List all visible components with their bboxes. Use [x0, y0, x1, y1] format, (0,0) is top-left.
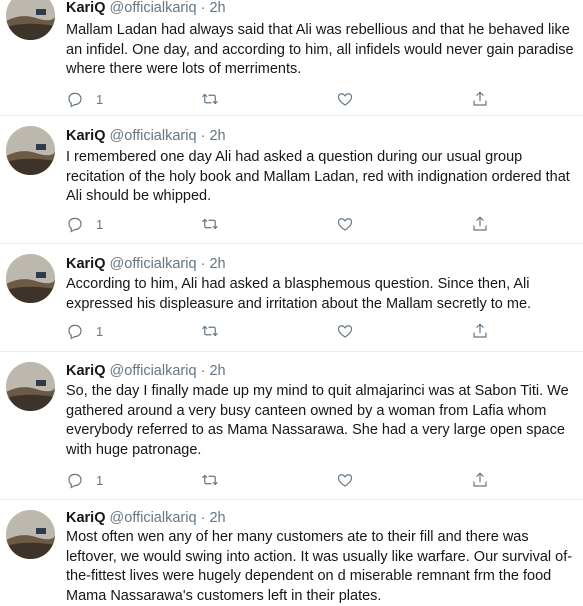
tweet-actions: 1	[66, 470, 506, 490]
author-name[interactable]: KariQ	[66, 0, 106, 16]
reply-button[interactable]: 1	[66, 321, 103, 341]
tweet[interactable]: KariQ @officialkariq · 2h Mallam Ladan h…	[0, 0, 583, 116]
tweet-text: So, the day I finally made up my mind to…	[66, 383, 569, 458]
tweet-text: Mallam Ladan had always said that Ali wa…	[66, 22, 574, 77]
like-button[interactable]	[336, 470, 354, 490]
reply-icon	[68, 92, 82, 108]
avatar[interactable]	[6, 510, 55, 559]
author-handle[interactable]: @officialkariq	[110, 363, 197, 379]
reply-count: 1	[96, 472, 104, 488]
retweet-icon	[202, 93, 218, 105]
reply-count: 1	[96, 91, 104, 107]
timestamp[interactable]: 2h	[209, 510, 225, 526]
reply-count: 1	[96, 323, 104, 339]
timestamp[interactable]: 2h	[209, 363, 225, 379]
separator-dot: ·	[200, 256, 206, 272]
reply-button[interactable]: 1	[66, 214, 103, 234]
like-button[interactable]	[336, 89, 354, 109]
retweet-button[interactable]	[201, 89, 219, 109]
avatar[interactable]	[6, 362, 55, 411]
tweet-header: KariQ @officialkariq · 2h	[66, 0, 226, 17]
tweet-text: I remembered one day Ali had asked a que…	[66, 149, 570, 204]
tweet[interactable]: KariQ @officialkariq · 2h So, the day I …	[0, 352, 583, 500]
tweet-header: KariQ @officialkariq · 2h	[66, 509, 226, 527]
author-name[interactable]: KariQ	[66, 363, 106, 379]
avatar[interactable]	[6, 0, 55, 40]
author-handle[interactable]: @officialkariq	[110, 510, 197, 526]
retweet-icon	[202, 474, 218, 486]
tweet-header: KariQ @officialkariq · 2h	[66, 255, 226, 273]
tweet-header: KariQ @officialkariq · 2h	[66, 127, 226, 145]
author-handle[interactable]: @officialkariq	[110, 0, 197, 16]
tweet-actions: 1	[66, 214, 506, 234]
tweet-text: According to him, Ali had asked a blasph…	[66, 276, 532, 312]
like-button[interactable]	[336, 214, 354, 234]
timestamp[interactable]: 2h	[209, 256, 225, 272]
tweet-header: KariQ @officialkariq · 2h	[66, 362, 226, 380]
tweet-text: Most often wen any of her many customers…	[66, 529, 573, 604]
author-name[interactable]: KariQ	[66, 510, 106, 526]
heart-icon	[337, 474, 353, 487]
reply-icon	[68, 473, 82, 489]
heart-icon	[337, 93, 353, 106]
separator-dot: ·	[200, 363, 206, 379]
share-button[interactable]	[471, 89, 489, 109]
share-icon	[473, 472, 487, 487]
tweet[interactable]: KariQ @officialkariq · 2h I remembered o…	[0, 116, 583, 244]
avatar[interactable]	[6, 254, 55, 303]
heart-icon	[337, 325, 353, 338]
retweet-icon	[202, 218, 218, 230]
share-button[interactable]	[471, 214, 489, 234]
retweet-button[interactable]	[201, 470, 219, 490]
author-handle[interactable]: @officialkariq	[110, 128, 197, 144]
timestamp[interactable]: 2h	[209, 0, 225, 16]
separator-dot: ·	[200, 128, 206, 144]
reply-icon	[68, 217, 82, 233]
author-name[interactable]: KariQ	[66, 128, 106, 144]
reply-button[interactable]: 1	[66, 470, 103, 490]
tweet[interactable]: KariQ @officialkariq · 2h According to h…	[0, 244, 583, 352]
tweet-actions: 1	[66, 89, 506, 109]
author-name[interactable]: KariQ	[66, 256, 106, 272]
share-icon	[473, 216, 487, 231]
author-handle[interactable]: @officialkariq	[110, 256, 197, 272]
separator-dot: ·	[200, 510, 206, 526]
share-icon	[473, 91, 487, 106]
share-button[interactable]	[471, 470, 489, 490]
separator-dot: ·	[200, 0, 206, 16]
reply-button[interactable]: 1	[66, 89, 103, 109]
avatar[interactable]	[6, 126, 55, 175]
retweet-button[interactable]	[201, 321, 219, 341]
share-button[interactable]	[471, 321, 489, 341]
heart-icon	[337, 218, 353, 231]
like-button[interactable]	[336, 321, 354, 341]
tweet[interactable]: KariQ @officialkariq · 2h Most often wen…	[0, 500, 583, 605]
timestamp[interactable]: 2h	[209, 128, 225, 144]
retweet-button[interactable]	[201, 214, 219, 234]
reply-count: 1	[96, 216, 104, 232]
tweet-actions: 1	[66, 321, 506, 341]
share-icon	[473, 323, 487, 338]
reply-icon	[68, 324, 82, 340]
retweet-icon	[202, 325, 218, 337]
